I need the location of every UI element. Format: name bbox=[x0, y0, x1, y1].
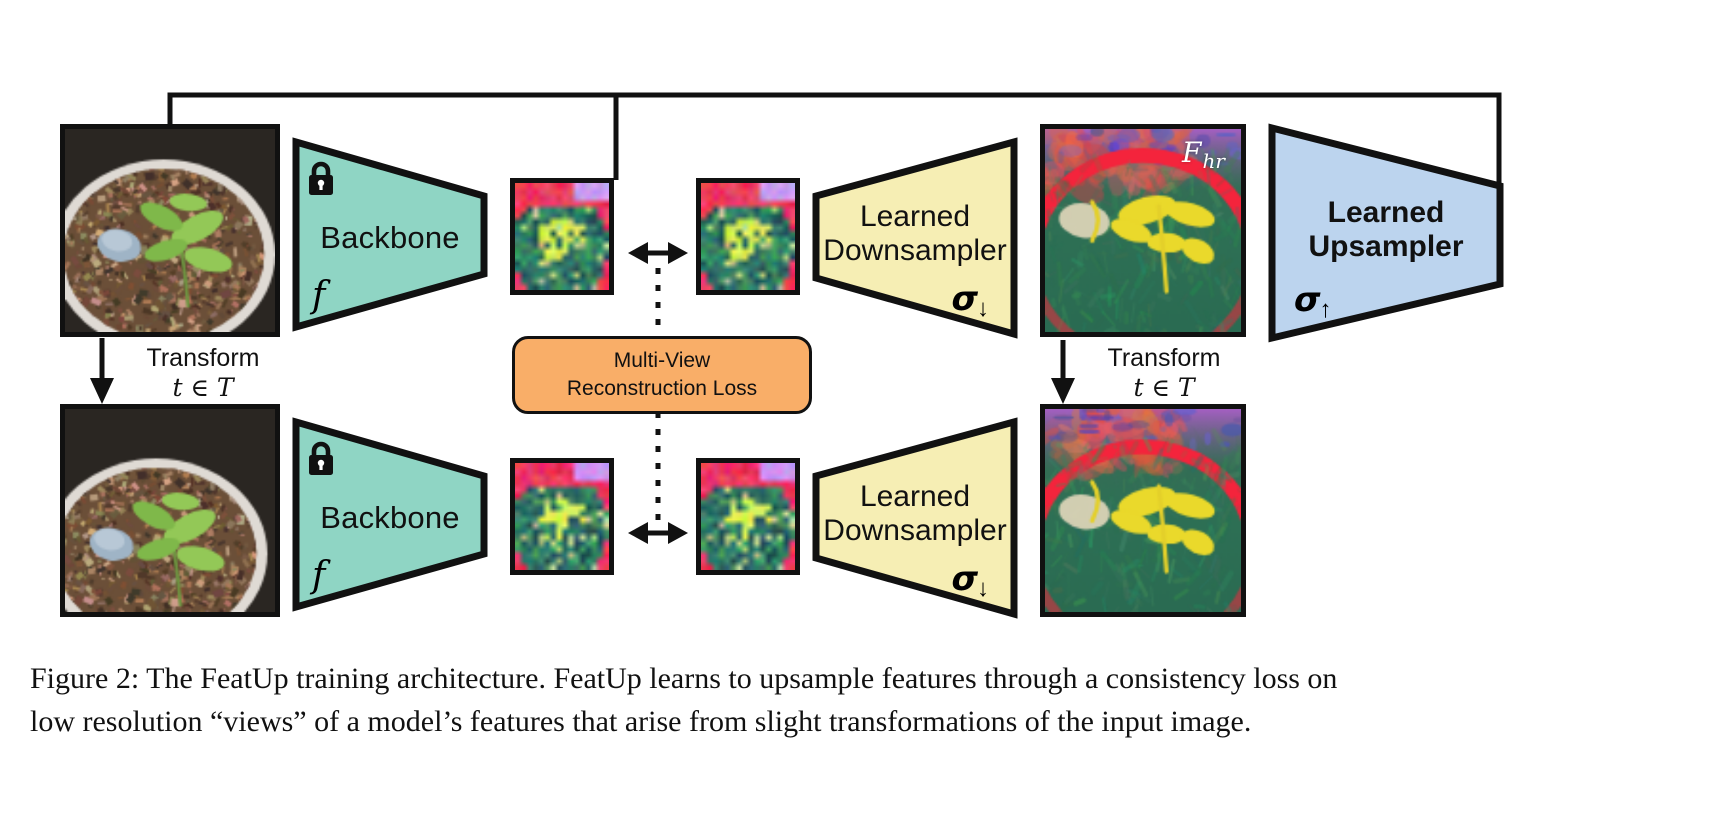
lock-icon bbox=[306, 160, 336, 196]
input-photo-transformed bbox=[60, 404, 280, 617]
backbone-block-top: Backbone f bbox=[292, 137, 488, 332]
hr-feature-symbol: F bbox=[1182, 136, 1202, 169]
lock-icon-glyph bbox=[309, 161, 333, 195]
multi-view-reconstruction-loss-box: Multi-View Reconstruction Loss bbox=[512, 336, 812, 414]
transform-label-right: Transform t ∈ T bbox=[1084, 344, 1244, 402]
downsampler-label-top: Learned Downsampler bbox=[812, 200, 1018, 267]
sigma-down-arrow: ↓ bbox=[977, 575, 989, 602]
backbone-math-top: f bbox=[312, 275, 326, 316]
caption-line-1: Figure 2: The FeatUp training architectu… bbox=[30, 662, 1338, 695]
sigma-symbol: σ bbox=[951, 279, 978, 319]
upsampler-label: Learned Upsampler bbox=[1268, 196, 1504, 263]
transform-label-left: Transform t ∈ T bbox=[123, 344, 283, 402]
backbone-block-bottom: Backbone f bbox=[292, 417, 488, 612]
learned-upsampler: Learned Upsampler σ↑ bbox=[1268, 123, 1504, 343]
downsampler-sigma-top: σ↓ bbox=[951, 279, 990, 322]
hr-feature-subscript: hr bbox=[1202, 149, 1225, 173]
caption-line-2: low resolution “views” of a model’s feat… bbox=[30, 704, 1252, 738]
high-res-feature-map-bottom bbox=[1040, 404, 1246, 617]
transform-math: t ∈ T bbox=[172, 373, 234, 402]
loss-label-line1: Multi-View bbox=[613, 348, 711, 372]
hr-feature-label: Fhr bbox=[1182, 136, 1225, 173]
lock-icon bbox=[306, 440, 336, 476]
upsampler-label-line2: Upsampler bbox=[1308, 229, 1464, 263]
low-res-feature-map-bottom-right bbox=[696, 458, 800, 575]
downsampler-label-line2: Downsampler bbox=[823, 233, 1007, 267]
transform-math: t ∈ T bbox=[1133, 373, 1195, 402]
learned-downsampler-bottom: Learned Downsampler σ↓ bbox=[812, 417, 1018, 619]
sigma-symbol: σ bbox=[951, 559, 978, 599]
downsampler-sigma-bottom: σ↓ bbox=[951, 559, 990, 602]
upsampler-sigma: σ↑ bbox=[1294, 280, 1332, 323]
sigma-down-arrow: ↓ bbox=[977, 295, 989, 322]
sigma-up-arrow: ↑ bbox=[1319, 296, 1332, 323]
input-photo-original bbox=[60, 124, 280, 337]
low-res-feature-map-bottom-left bbox=[510, 458, 614, 575]
low-res-feature-map-top-left bbox=[510, 178, 614, 295]
transform-word: Transform bbox=[1107, 344, 1221, 372]
downsampler-label-line1: Learned bbox=[859, 200, 971, 233]
low-res-feature-map-top-right bbox=[696, 178, 800, 295]
backbone-label-bottom: Backbone bbox=[320, 500, 460, 535]
backbone-label-top: Backbone bbox=[320, 220, 460, 255]
learned-downsampler-top: Learned Downsampler σ↓ bbox=[812, 137, 1018, 339]
arrowhead bbox=[90, 378, 114, 404]
downsampler-label-line2: Downsampler bbox=[823, 513, 1007, 547]
upsampler-label-line1: Learned bbox=[1327, 196, 1445, 229]
arrowhead bbox=[1051, 378, 1075, 404]
downsampler-label-line1: Learned bbox=[859, 480, 971, 513]
downsampler-label-bottom: Learned Downsampler bbox=[812, 480, 1018, 547]
backbone-math-bottom: f bbox=[312, 555, 326, 596]
figure-caption: Figure 2: The FeatUp training architectu… bbox=[30, 658, 1690, 743]
figure-canvas: Backbone f Backbone f Multi-View Reconst… bbox=[0, 0, 1716, 815]
sigma-symbol: σ bbox=[1294, 280, 1321, 320]
loss-label-line2: Reconstruction Loss bbox=[566, 377, 758, 400]
lock-icon-glyph bbox=[309, 441, 333, 475]
transform-word: Transform bbox=[146, 344, 260, 372]
